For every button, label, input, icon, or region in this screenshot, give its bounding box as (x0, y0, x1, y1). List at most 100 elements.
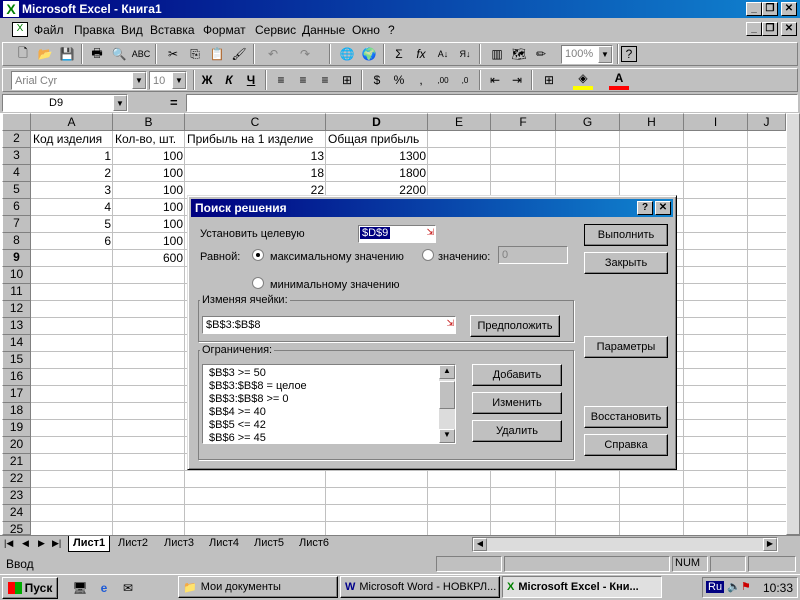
value-label[interactable]: значению: (438, 251, 490, 263)
constraints-scrollbar[interactable]: ▲ ▼ (439, 365, 455, 443)
tab-sheet4[interactable]: Лист4 (205, 536, 243, 552)
chevron-down-icon[interactable]: ▼ (132, 72, 146, 89)
radio-min[interactable] (252, 277, 264, 289)
menu-window[interactable]: Окно (352, 23, 380, 37)
minimize-button[interactable]: _ (746, 2, 762, 16)
delete-button[interactable]: Удалить (472, 420, 562, 442)
select-all-corner[interactable] (2, 113, 31, 131)
column-header-c[interactable]: C (185, 113, 326, 131)
fill-color-icon[interactable]: ◈ (573, 70, 593, 90)
row-header[interactable]: 10 (2, 267, 31, 284)
row-header[interactable]: 4 (2, 165, 31, 182)
min-label[interactable]: минимальному значению (270, 279, 400, 291)
cell-b6[interactable]: 100 (113, 199, 185, 216)
constraint-item[interactable]: $B$3 >= 50 (209, 367, 266, 379)
cell-b2[interactable]: Кол-во, шт. (113, 131, 185, 148)
tab-sheet6[interactable]: Лист6 (295, 536, 333, 552)
chart-wizard-icon[interactable]: ▥ (487, 44, 507, 64)
close-button[interactable]: ✕ (781, 2, 797, 16)
cell-b3[interactable]: 100 (113, 148, 185, 165)
solve-button[interactable]: Выполнить (584, 224, 668, 246)
zoom-select[interactable]: 100% ▼ (561, 45, 613, 64)
menu-view[interactable]: Вид (121, 23, 143, 37)
change-button[interactable]: Изменить (472, 392, 562, 414)
italic-button[interactable]: К (219, 70, 239, 90)
chevron-down-icon[interactable]: ▼ (113, 95, 127, 111)
task-word[interactable]: W Microsoft Word - НОВКРЛ... (340, 576, 500, 598)
open-icon[interactable]: 📂 (35, 44, 55, 64)
row-header[interactable]: 5 (2, 182, 31, 199)
row-header[interactable]: 24 (2, 505, 31, 522)
row-header[interactable]: 17 (2, 386, 31, 403)
sort-asc-icon[interactable]: A↓ (433, 44, 453, 64)
radio-max[interactable] (252, 249, 264, 261)
comma-style-icon[interactable]: , (411, 70, 431, 90)
font-name-select[interactable]: Arial Cyr ▼ (11, 71, 147, 90)
column-header-j[interactable]: J (748, 113, 786, 131)
cell-b5[interactable]: 100 (113, 182, 185, 199)
cell-a8[interactable]: 6 (31, 233, 113, 250)
scroll-down-icon[interactable]: ▼ (439, 429, 455, 443)
row-header[interactable]: 23 (2, 488, 31, 505)
close-dialog-button[interactable]: Закрыть (584, 252, 668, 274)
currency-icon[interactable]: $ (367, 70, 387, 90)
constraints-list[interactable]: $B$3 >= 50 $B$3:$B$8 = целое $B$3:$B$8 >… (202, 364, 456, 444)
drawing-icon[interactable]: ✏ (531, 44, 551, 64)
row-header[interactable]: 14 (2, 335, 31, 352)
redo-icon[interactable]: ↷ (295, 44, 315, 64)
chevron-down-icon[interactable]: ▼ (172, 72, 186, 89)
row-header[interactable]: 16 (2, 369, 31, 386)
cell-b4[interactable]: 100 (113, 165, 185, 182)
cell-b8[interactable]: 100 (113, 233, 185, 250)
row-header[interactable]: 20 (2, 437, 31, 454)
cell-c2[interactable]: Прибыль на 1 изделие (185, 131, 326, 148)
menu-tools[interactable]: Сервис (255, 23, 296, 37)
options-button[interactable]: Параметры (584, 336, 668, 358)
cell-d3[interactable]: 1300 (326, 148, 428, 165)
add-button[interactable]: Добавить (472, 364, 562, 386)
cell-c4[interactable]: 18 (185, 165, 326, 182)
font-color-icon[interactable]: A (609, 70, 629, 90)
task-excel[interactable]: X Microsoft Excel - Кни... (502, 576, 662, 598)
office-assistant-icon[interactable]: ? (621, 46, 637, 62)
constraint-item[interactable]: $B$3:$B$8 >= 0 (209, 393, 289, 405)
tray-app-icon[interactable]: ⚑ (741, 580, 751, 593)
menu-edit[interactable]: Правка (74, 23, 115, 37)
cell-a2[interactable]: Код изделия (31, 131, 113, 148)
cell-a7[interactable]: 5 (31, 216, 113, 233)
row-header[interactable]: 3 (2, 148, 31, 165)
align-left-icon[interactable]: ≡ (271, 70, 291, 90)
row-header[interactable]: 9 (2, 250, 31, 267)
doc-restore-button[interactable]: ❐ (762, 22, 778, 36)
cut-icon[interactable]: ✂ (163, 44, 183, 64)
column-header-f[interactable]: F (491, 113, 556, 131)
chevron-down-icon[interactable]: ▼ (598, 46, 612, 63)
increase-decimal-icon[interactable]: ,00 (433, 70, 453, 90)
target-cell-input[interactable]: $D$9 ⇲ (358, 225, 436, 243)
tab-sheet5[interactable]: Лист5 (250, 536, 288, 552)
merge-center-icon[interactable]: ⊞ (337, 70, 357, 90)
collapse-dialog-icon[interactable]: ⇲ (446, 318, 454, 329)
print-icon[interactable]: 🖶 (87, 44, 107, 64)
dialog-help-icon[interactable]: ? (637, 201, 653, 215)
column-header-i[interactable]: I (684, 113, 748, 131)
row-header[interactable]: 22 (2, 471, 31, 488)
doc-close-button[interactable]: ✕ (781, 22, 797, 36)
formula-input[interactable] (186, 94, 798, 112)
doc-minimize-button[interactable]: _ (746, 22, 762, 36)
bold-button[interactable]: Ж (197, 70, 217, 90)
map-icon[interactable]: 🗺 (509, 44, 529, 64)
scroll-right-icon[interactable]: ▶ (763, 538, 777, 551)
cell-a4[interactable]: 2 (31, 165, 113, 182)
prev-sheet-icon[interactable]: ◀ (22, 538, 29, 549)
help-button[interactable]: Справка (584, 434, 668, 456)
tab-sheet3[interactable]: Лист3 (160, 536, 198, 552)
cell-a3[interactable]: 1 (31, 148, 113, 165)
web-toolbar-icon[interactable]: 🌍 (359, 44, 379, 64)
menu-file[interactable]: Файл (34, 23, 64, 37)
workbook-icon[interactable]: X (12, 22, 28, 37)
row-header[interactable]: 12 (2, 301, 31, 318)
guess-button[interactable]: Предположить (470, 315, 560, 337)
cell-b9[interactable]: 600 (113, 250, 185, 267)
undo-icon[interactable]: ↶ (263, 44, 283, 64)
